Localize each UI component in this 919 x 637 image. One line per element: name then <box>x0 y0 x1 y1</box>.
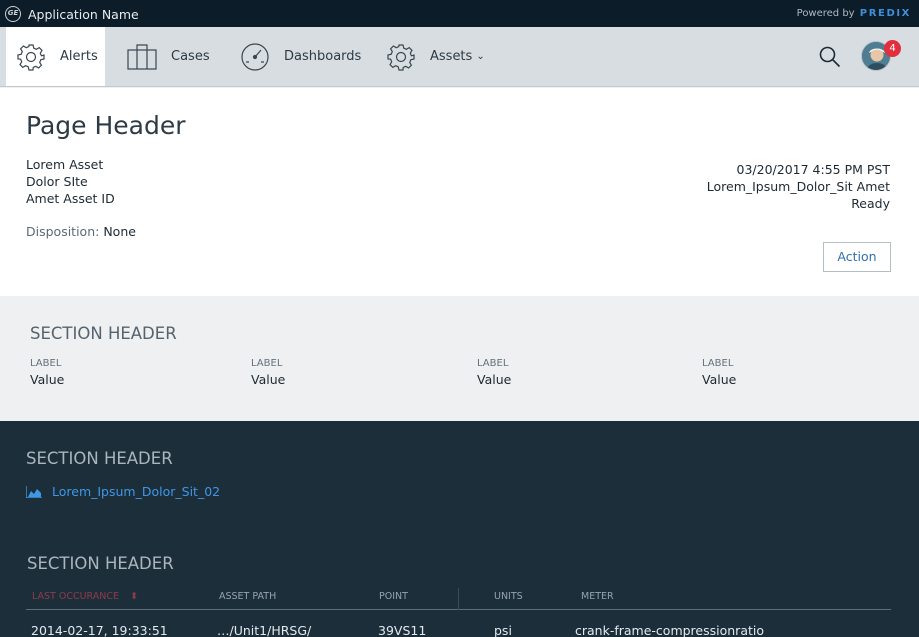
nav-label-alerts: Alerts <box>60 49 98 64</box>
field-value: Value <box>30 372 65 387</box>
column-header-asset-path[interactable]: ASSET PATH <box>219 591 276 602</box>
column-label: LAST OCCURANCE <box>32 591 120 602</box>
asset-info: Lorem Asset Dolor SIte Amet Asset ID <box>26 156 115 207</box>
meta-name: Lorem_Ipsum_Dolor_Sit Amet <box>706 179 890 194</box>
disposition-value: None <box>103 224 136 239</box>
timestamp: 03/20/2017 4:55 PM PST <box>736 162 890 177</box>
sort-icon: ⬍ <box>130 591 139 602</box>
app-bar: GE Application Name Powered by PREDIX <box>0 0 919 27</box>
field-1: LABEL Value <box>30 358 64 387</box>
search-icon <box>819 46 841 68</box>
status-text: Ready <box>851 196 890 211</box>
column-divider <box>458 588 459 610</box>
gauge-icon <box>240 42 270 72</box>
cell-meter: crank-frame-compressionratio <box>575 623 764 637</box>
nav-item-assets[interactable]: Assets ⌄ <box>386 27 485 86</box>
page-header-card: Page Header Lorem Asset Dolor SIte Amet … <box>0 88 919 296</box>
cell-units: psi <box>494 623 512 637</box>
field-label: LABEL <box>702 358 734 369</box>
chart-link[interactable]: Lorem_Ipsum_Dolor_Sit_02 <box>26 484 220 499</box>
powered-by: Powered by PREDIX <box>797 8 911 19</box>
gear-icon <box>386 42 416 72</box>
section-header: SECTION HEADER <box>30 324 177 343</box>
field-value: Value <box>702 372 737 387</box>
field-label: LABEL <box>30 358 62 369</box>
ge-logo-icon: GE <box>5 6 21 22</box>
map-icon <box>127 42 157 72</box>
app-name: Application Name <box>28 7 139 22</box>
field-label: LABEL <box>251 358 283 369</box>
notification-badge[interactable]: 4 <box>884 40 901 57</box>
column-header-point[interactable]: POINT <box>379 591 408 602</box>
column-header-meter[interactable]: METER <box>581 591 614 602</box>
main-nav: Alerts Cases Dashboards Assets ⌄ 4 <box>0 27 919 87</box>
field-value: Value <box>251 372 286 387</box>
nav-label-cases: Cases <box>171 49 210 64</box>
search-button[interactable] <box>818 45 842 69</box>
nav-item-dashboards[interactable]: Dashboards <box>240 27 361 86</box>
predix-brand: PREDIX <box>859 8 911 19</box>
section-dark: SECTION HEADER Lorem_Ipsum_Dolor_Sit_02 … <box>0 421 919 637</box>
nav-label-dashboards: Dashboards <box>284 49 362 64</box>
chart-link-label: Lorem_Ipsum_Dolor_Sit_02 <box>52 484 221 499</box>
field-4: LABEL Value <box>702 358 736 387</box>
chevron-down-icon: ⌄ <box>476 51 485 62</box>
section-header: SECTION HEADER <box>27 554 174 573</box>
asset-site: Dolor SIte <box>26 174 88 189</box>
field-label: LABEL <box>477 358 509 369</box>
action-button[interactable]: Action <box>823 242 891 272</box>
field-value: Value <box>477 372 512 387</box>
area-chart-icon <box>26 485 42 498</box>
page-title: Page Header <box>26 111 186 140</box>
field-2: LABEL Value <box>251 358 285 387</box>
gear-icon <box>16 42 46 72</box>
cell-last-occurance: 2014-02-17, 19:33:51 <box>31 623 168 637</box>
cell-asset-path: …/Unit1/HRSG/ <box>217 623 312 637</box>
nav-item-cases[interactable]: Cases <box>127 27 210 86</box>
nav-item-alerts[interactable]: Alerts <box>6 27 105 86</box>
column-header-units[interactable]: UNITS <box>494 591 523 602</box>
field-3: LABEL Value <box>477 358 511 387</box>
header-meta: 03/20/2017 4:55 PM PST Lorem_Ipsum_Dolor… <box>707 161 890 212</box>
table-header: LAST OCCURANCE ⬍ ASSET PATH POINT UNITS … <box>26 588 891 610</box>
powered-by-text: Powered by <box>796 8 855 19</box>
asset-id: Amet Asset ID <box>26 191 115 206</box>
column-header-last-occurance[interactable]: LAST OCCURANCE ⬍ <box>32 591 138 602</box>
disposition: Disposition: None <box>26 224 136 239</box>
asset-name: Lorem Asset <box>26 157 104 172</box>
disposition-label: Disposition: <box>26 224 100 239</box>
nav-label-assets: Assets <box>430 49 473 64</box>
table-row[interactable]: 2014-02-17, 19:33:51 …/Unit1/HRSG/ 39VS1… <box>26 618 891 637</box>
section-header: SECTION HEADER <box>26 449 173 468</box>
cell-point: 39VS11 <box>378 623 427 637</box>
section-light: SECTION HEADER LABEL Value LABEL Value L… <box>0 296 919 414</box>
